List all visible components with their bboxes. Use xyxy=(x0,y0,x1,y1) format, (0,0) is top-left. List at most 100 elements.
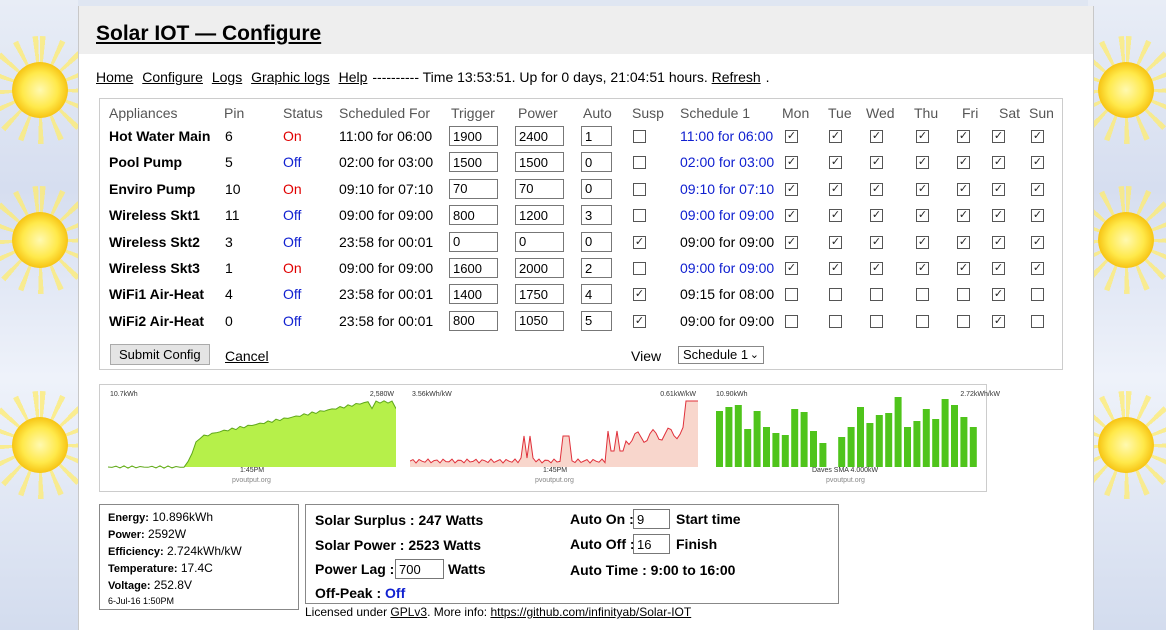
day-checkbox-wed[interactable]: ✓ xyxy=(870,209,883,223)
day-checkbox-sun[interactable]: ✓ xyxy=(1031,182,1044,196)
trigger-input[interactable] xyxy=(449,231,498,252)
schedule-1-value[interactable]: 09:15 for 08:00 xyxy=(680,286,774,302)
nav-logs-link[interactable]: Logs xyxy=(212,69,242,85)
day-checkbox-mon[interactable]: ✓ xyxy=(785,182,798,196)
power-input[interactable] xyxy=(515,178,564,199)
schedule-1-value[interactable]: 02:00 for 03:00 xyxy=(680,154,774,170)
power-input[interactable] xyxy=(515,126,564,146)
power-input[interactable] xyxy=(515,258,564,278)
day-checkbox-sat[interactable]: ✓ xyxy=(992,182,1005,196)
auto-input[interactable] xyxy=(581,284,612,305)
day-checkbox-mon[interactable] xyxy=(785,288,798,302)
gpl-link[interactable]: GPLv3 xyxy=(390,605,427,619)
trigger-input[interactable] xyxy=(449,205,498,226)
day-checkbox-wed[interactable] xyxy=(870,288,883,302)
auto-input[interactable] xyxy=(581,310,612,331)
day-checkbox-wed[interactable]: ✓ xyxy=(870,182,883,196)
day-checkbox-mon[interactable]: ✓ xyxy=(785,156,798,170)
day-checkbox-thu[interactable] xyxy=(916,314,929,328)
day-checkbox-thu[interactable]: ✓ xyxy=(916,262,929,275)
day-checkbox-fri[interactable]: ✓ xyxy=(957,156,970,170)
susp-checkbox[interactable] xyxy=(633,209,646,223)
day-checkbox-thu[interactable]: ✓ xyxy=(916,209,929,223)
susp-checkbox[interactable]: ✓ xyxy=(633,235,646,249)
schedule-1-value[interactable]: 09:00 for 09:00 xyxy=(680,234,774,250)
day-checkbox-mon[interactable]: ✓ xyxy=(785,235,798,249)
nav-graphic-logs-link[interactable]: Graphic logs xyxy=(251,69,330,85)
nav-help-link[interactable]: Help xyxy=(339,69,368,85)
day-checkbox-sat[interactable]: ✓ xyxy=(992,156,1005,170)
day-checkbox-fri[interactable]: ✓ xyxy=(957,182,970,196)
trigger-input[interactable] xyxy=(449,152,498,173)
day-checkbox-wed[interactable]: ✓ xyxy=(870,130,883,143)
view-select[interactable]: Schedule 1 ⌄ xyxy=(678,346,764,364)
nav-home-link[interactable]: Home xyxy=(96,69,133,85)
day-checkbox-mon[interactable]: ✓ xyxy=(785,262,798,275)
submit-config-button[interactable]: Submit Config xyxy=(110,344,210,365)
auto-input[interactable] xyxy=(581,178,612,199)
day-checkbox-wed[interactable] xyxy=(870,314,883,328)
github-link[interactable]: https://github.com/infinityab/Solar-IOT xyxy=(490,605,691,619)
power-input[interactable] xyxy=(515,231,564,252)
day-checkbox-sat[interactable]: ✓ xyxy=(992,314,1005,328)
susp-checkbox[interactable] xyxy=(633,130,646,143)
schedule-1-value[interactable]: 11:00 for 06:00 xyxy=(680,128,773,144)
day-checkbox-sat[interactable]: ✓ xyxy=(992,262,1005,275)
auto-on-input[interactable] xyxy=(633,509,670,529)
trigger-input[interactable] xyxy=(449,310,498,331)
schedule-1-value[interactable]: 09:00 for 09:00 xyxy=(680,313,774,329)
day-checkbox-thu[interactable]: ✓ xyxy=(916,130,929,143)
day-checkbox-tue[interactable]: ✓ xyxy=(829,209,842,223)
day-checkbox-tue[interactable]: ✓ xyxy=(829,262,842,275)
day-checkbox-sat[interactable]: ✓ xyxy=(992,130,1005,143)
day-checkbox-fri[interactable]: ✓ xyxy=(957,209,970,223)
day-checkbox-fri[interactable] xyxy=(957,288,970,302)
day-checkbox-tue[interactable] xyxy=(829,288,842,302)
day-checkbox-sun[interactable] xyxy=(1031,314,1044,328)
auto-input[interactable] xyxy=(581,231,612,252)
day-checkbox-tue[interactable]: ✓ xyxy=(829,182,842,196)
trigger-input[interactable] xyxy=(449,258,498,278)
susp-checkbox[interactable] xyxy=(633,156,646,170)
day-checkbox-wed[interactable]: ✓ xyxy=(870,235,883,249)
susp-checkbox[interactable]: ✓ xyxy=(633,288,646,302)
day-checkbox-sat[interactable]: ✓ xyxy=(992,288,1005,302)
day-checkbox-mon[interactable] xyxy=(785,314,798,328)
nav-configure-link[interactable]: Configure xyxy=(142,69,203,85)
auto-input[interactable] xyxy=(581,258,612,278)
day-checkbox-tue[interactable] xyxy=(829,314,842,328)
day-checkbox-tue[interactable]: ✓ xyxy=(829,235,842,249)
trigger-input[interactable] xyxy=(449,284,498,305)
day-checkbox-thu[interactable] xyxy=(916,288,929,302)
day-checkbox-mon[interactable]: ✓ xyxy=(785,130,798,143)
power-input[interactable] xyxy=(515,284,564,305)
day-checkbox-tue[interactable]: ✓ xyxy=(829,130,842,143)
day-checkbox-wed[interactable]: ✓ xyxy=(870,156,883,170)
auto-off-input[interactable] xyxy=(633,534,670,554)
refresh-link[interactable]: Refresh xyxy=(712,69,761,85)
day-checkbox-fri[interactable] xyxy=(957,314,970,328)
day-checkbox-fri[interactable]: ✓ xyxy=(957,130,970,143)
day-checkbox-sat[interactable]: ✓ xyxy=(992,209,1005,223)
auto-input[interactable] xyxy=(581,205,612,226)
power-input[interactable] xyxy=(515,310,564,331)
auto-input[interactable] xyxy=(581,152,612,173)
power-lag-input[interactable] xyxy=(395,559,444,579)
day-checkbox-sat[interactable]: ✓ xyxy=(992,235,1005,249)
day-checkbox-thu[interactable]: ✓ xyxy=(916,156,929,170)
day-checkbox-fri[interactable]: ✓ xyxy=(957,235,970,249)
susp-checkbox[interactable]: ✓ xyxy=(633,314,646,328)
day-checkbox-sun[interactable]: ✓ xyxy=(1031,209,1044,223)
day-checkbox-tue[interactable]: ✓ xyxy=(829,156,842,170)
day-checkbox-sun[interactable]: ✓ xyxy=(1031,156,1044,170)
day-checkbox-sun[interactable]: ✓ xyxy=(1031,235,1044,249)
day-checkbox-fri[interactable]: ✓ xyxy=(957,262,970,275)
power-input[interactable] xyxy=(515,152,564,173)
day-checkbox-thu[interactable]: ✓ xyxy=(916,182,929,196)
day-checkbox-mon[interactable]: ✓ xyxy=(785,209,798,223)
trigger-input[interactable] xyxy=(449,126,498,146)
trigger-input[interactable] xyxy=(449,178,498,199)
day-checkbox-sun[interactable]: ✓ xyxy=(1031,262,1044,275)
auto-input[interactable] xyxy=(581,126,612,146)
schedule-1-value[interactable]: 09:00 for 09:00 xyxy=(680,207,774,223)
